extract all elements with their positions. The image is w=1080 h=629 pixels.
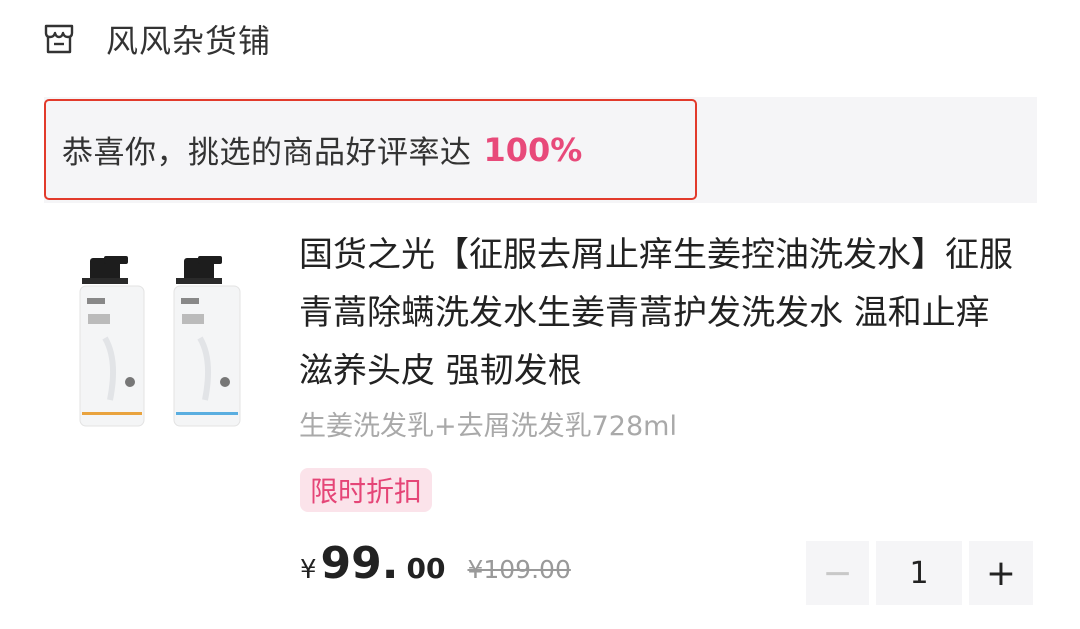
discount-tag: 限时折扣 [300, 468, 433, 512]
increase-quantity-button[interactable]: + [969, 541, 1033, 605]
product-title[interactable]: 国货之光【征服去屑止痒生姜控油洗发水】征服青蒿除螨洗发水生姜青蒿护发洗发水 温和… [299, 226, 1019, 400]
decrease-quantity-button[interactable]: − [806, 541, 869, 605]
store-header[interactable]: 风风杂货铺 [40, 14, 271, 64]
price-decimal: 00 [406, 552, 446, 585]
price-integer: 99. [320, 538, 399, 589]
product-spec[interactable]: 生姜洗发乳+去屑洗发乳728ml [299, 404, 677, 443]
store-name: 风风杂货铺 [106, 22, 272, 60]
store-icon [40, 20, 78, 58]
quantity-value[interactable]: 1 [876, 541, 962, 605]
original-price: ¥109.00 [467, 555, 571, 584]
product-image[interactable] [60, 240, 260, 440]
rating-highlight: 恭喜你，挑选的商品好评率达 100% [44, 99, 697, 200]
price-symbol: ¥ [300, 555, 317, 585]
price: ¥ 99. 00 ¥109.00 [300, 538, 571, 598]
rating-value: 100% [483, 130, 583, 169]
rating-text: 恭喜你，挑选的商品好评率达 [62, 135, 472, 171]
